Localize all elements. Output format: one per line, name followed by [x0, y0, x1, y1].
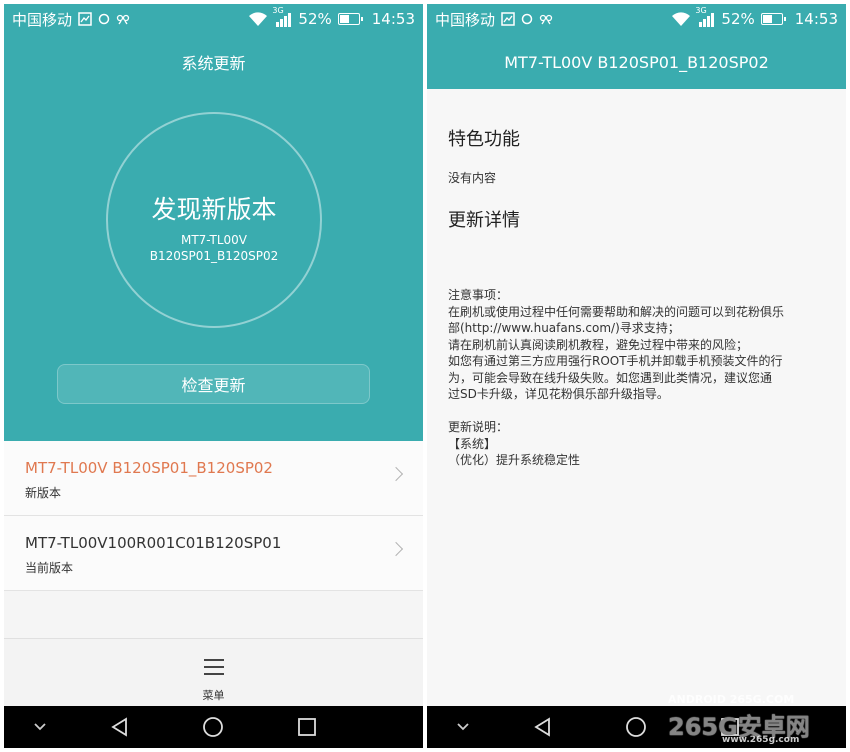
details-header: 中国移动 3G 52% 14:53 MT7-TL00V B120SP01_B12… — [427, 4, 846, 89]
update-notes: 注意事项： 在刷机或使用过程中任何需要帮助和解决的问题可以到花粉俱乐 部(htt… — [448, 287, 818, 469]
site-watermark-logo: ANDROID 265G.COM 265G安卓网 www.265g.com — [668, 693, 846, 748]
clock: 14:53 — [371, 10, 415, 28]
new-version-model: MT7-TL00V — [180, 233, 248, 247]
notes-line: 为，可能会导致在线升级失败。如您遇到此类情况，建议您通 — [448, 370, 773, 385]
clock: 14:53 — [794, 10, 838, 28]
check-update-button[interactable]: 检查更新 — [57, 364, 370, 404]
watermark-url-text: www.265g.com — [722, 735, 800, 745]
carrier-label: 中国移动 — [12, 10, 73, 29]
network-type-label: 3G — [272, 5, 284, 15]
home-circle-icon[interactable] — [195, 706, 231, 748]
recents-square-icon[interactable] — [289, 706, 325, 748]
status-bar: 中国移动 3G 52% 14:53 — [4, 4, 423, 34]
carrier-label: 中国移动 — [435, 10, 496, 29]
new-version-build: B120SP01_B120SP02 — [149, 249, 279, 263]
battery-icon — [760, 13, 786, 25]
features-text: 没有内容 — [448, 171, 497, 185]
circle-notification-icon — [98, 13, 110, 25]
watermark-small-text: ANDROID 265G.COM — [668, 693, 795, 706]
menu-button[interactable]: 菜单 — [4, 638, 423, 706]
navigation-bar — [4, 706, 423, 748]
page-title: MT7-TL00V B120SP01_B120SP02 — [504, 53, 769, 72]
details-content: 特色功能 没有内容 更新详情 注意事项： 在刷机或使用过程中任何需要帮助和解决的… — [427, 89, 846, 706]
status-bar: 中国移动 3G 52% 14:53 — [427, 4, 846, 34]
voicemail-notification-icon — [116, 13, 130, 25]
notes-line: 如您有通过第三方应用强行ROOT手机并卸载手机预装文件的行 — [448, 354, 783, 368]
back-triangle-icon[interactable] — [102, 706, 138, 748]
details-heading: 更新详情 — [448, 210, 520, 231]
features-heading: 特色功能 — [448, 129, 520, 150]
voicemail-notification-icon — [539, 13, 553, 25]
chevron-down-icon[interactable] — [24, 706, 56, 748]
version-label: 当前版本 — [25, 561, 74, 575]
wifi-icon — [248, 11, 268, 27]
version-label: 新版本 — [25, 486, 62, 500]
wifi-icon — [671, 11, 691, 27]
list-item-new-version[interactable]: MT7-TL00V B120SP01_B120SP02 新版本 — [4, 441, 423, 516]
back-triangle-icon[interactable] — [525, 706, 561, 748]
new-version-circle: 发现新版本 MT7-TL00V B120SP01_B120SP02 — [106, 112, 322, 328]
changes-line: 更新说明： — [448, 420, 509, 434]
cellular-signal-icon: 3G — [272, 6, 292, 27]
phone-screen-update-details: 中国移动 3G 52% 14:53 MT7-TL00V B120SP01_B12… — [427, 4, 846, 748]
notes-line: 过SD卡升级，详见花粉俱乐部升级指导。 — [448, 387, 669, 401]
new-version-heading: 发现新版本 — [151, 195, 277, 224]
update-hero: 中国移动 3G 52% 14:53 系统更新 发现新版本 MT7-TL00V B… — [4, 4, 423, 441]
version-list: MT7-TL00V B120SP01_B120SP02 新版本 MT7-TL00… — [4, 441, 423, 591]
version-name: MT7-TL00V B120SP01_B120SP02 — [25, 459, 273, 477]
version-name: MT7-TL00V100R001C01B120SP01 — [25, 534, 282, 552]
network-type-label: 3G — [695, 5, 707, 15]
notes-line: 注意事项： — [448, 288, 509, 302]
gallery-notification-icon — [78, 12, 92, 26]
notes-line: 部(http://www.huafans.com/)寻求支持； — [448, 321, 680, 335]
phone-screen-system-update: 中国移动 3G 52% 14:53 系统更新 发现新版本 MT7-TL00V B… — [4, 4, 423, 748]
gallery-notification-icon — [501, 12, 515, 26]
menu-label: 菜单 — [202, 689, 225, 702]
chevron-down-icon[interactable] — [447, 706, 479, 748]
cellular-signal-icon: 3G — [695, 6, 715, 27]
page-title: 系统更新 — [181, 54, 246, 73]
battery-percent: 52% — [721, 10, 755, 28]
battery-icon — [337, 13, 363, 25]
hamburger-menu-icon — [204, 659, 224, 675]
changes-line: （优化）提升系统稳定性 — [448, 453, 581, 467]
battery-percent: 52% — [298, 10, 332, 28]
home-circle-icon[interactable] — [618, 706, 654, 748]
notes-line: 请在刷机前认真阅读刷机教程，避免过程中带来的风险； — [448, 337, 749, 352]
notes-line: 在刷机或使用过程中任何需要帮助和解决的问题可以到花粉俱乐 — [448, 304, 785, 319]
changes-line: 【系统】 — [448, 436, 497, 451]
circle-notification-icon — [521, 13, 533, 25]
list-item-current-version[interactable]: MT7-TL00V100R001C01B120SP01 当前版本 — [4, 516, 423, 591]
